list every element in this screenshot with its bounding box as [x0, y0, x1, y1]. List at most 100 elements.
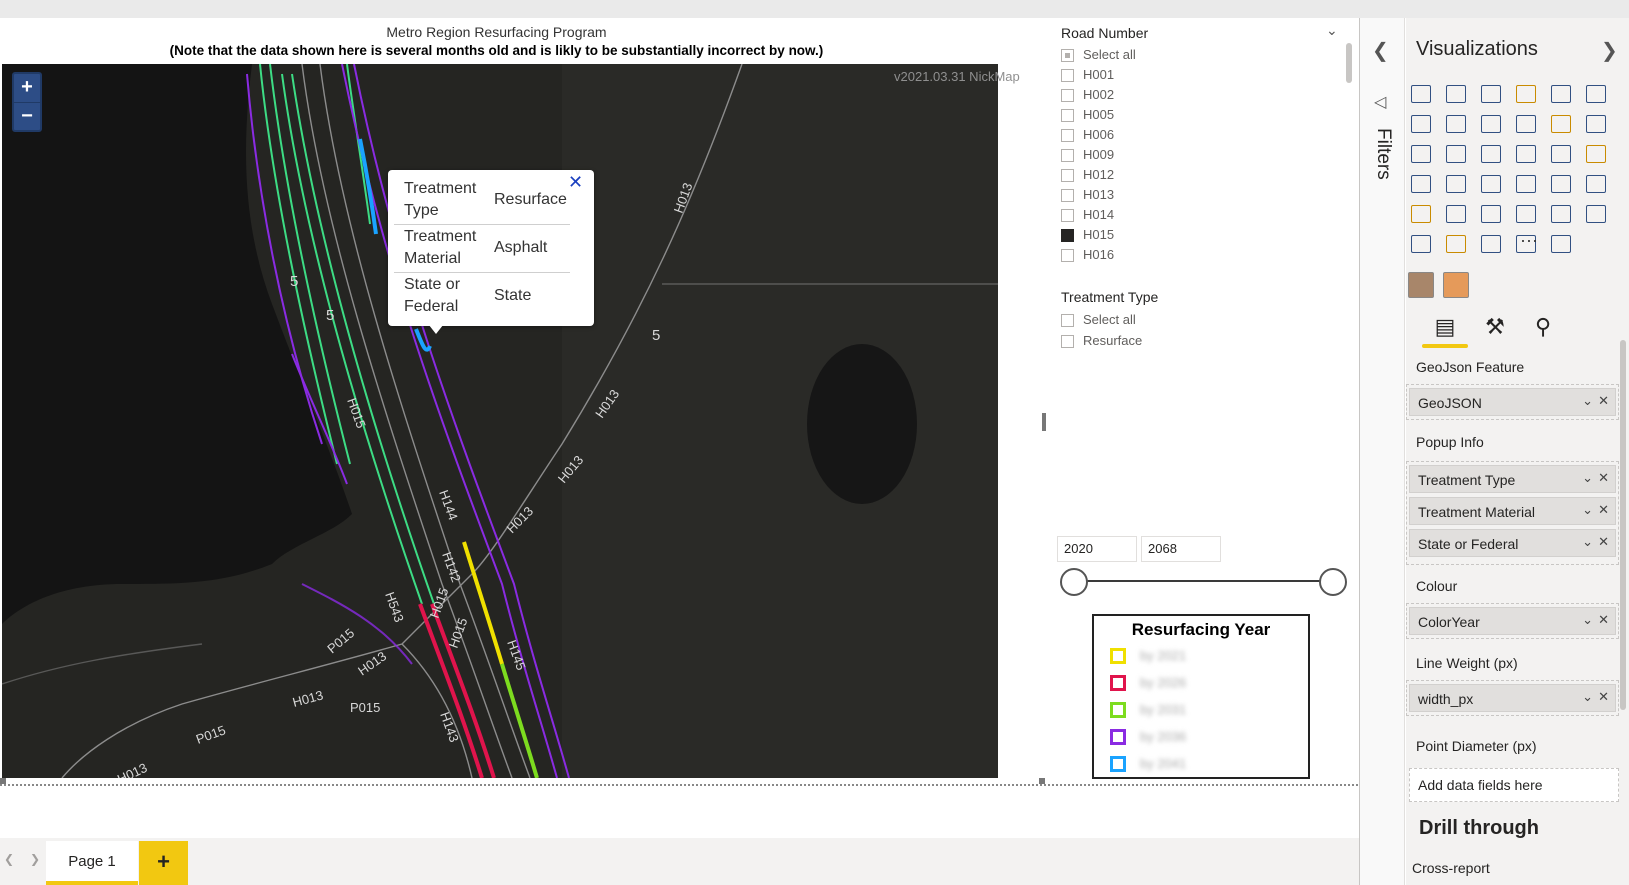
- custom-visual-icon[interactable]: [1443, 272, 1469, 298]
- chevron-right-icon[interactable]: ❯: [30, 852, 40, 866]
- chevron-down-icon[interactable]: ⌄: [1582, 393, 1593, 409]
- legend-item: by 2041: [1110, 754, 1280, 774]
- azure-map-icon[interactable]: [1480, 174, 1502, 194]
- stacked-area-icon[interactable]: [1480, 114, 1502, 134]
- checkbox[interactable]: [1061, 129, 1074, 142]
- table-icon[interactable]: [1480, 204, 1502, 224]
- page-tab-page-1[interactable]: Page 1: [46, 841, 138, 885]
- scatter-icon[interactable]: [1480, 144, 1502, 164]
- multi-row-card-icon[interactable]: [1585, 174, 1607, 194]
- colour-field[interactable]: ColorYear ⌄ ✕: [1409, 607, 1616, 635]
- legend-label: by 2041: [1140, 756, 1187, 771]
- filled-map-icon[interactable]: [1445, 174, 1467, 194]
- popup-field[interactable]: State or Federal ⌄ ✕: [1409, 529, 1616, 557]
- lineweight-field[interactable]: width_px ⌄ ✕: [1409, 684, 1616, 712]
- icon-glyph: [1551, 235, 1571, 253]
- checkbox[interactable]: [1061, 229, 1074, 242]
- qa-icon[interactable]: [1410, 234, 1432, 254]
- remove-field-icon[interactable]: ✕: [1598, 689, 1609, 705]
- clustered-bar-icon[interactable]: [1480, 84, 1502, 104]
- active-tab-indicator: [1422, 344, 1468, 348]
- checkbox[interactable]: [1061, 335, 1074, 348]
- treemap-icon[interactable]: [1585, 144, 1607, 164]
- popup-close-button[interactable]: ✕: [568, 172, 583, 193]
- remove-field-icon[interactable]: ✕: [1598, 502, 1609, 518]
- zoom-out-button[interactable]: −: [14, 102, 40, 130]
- power-apps-icon[interactable]: [1480, 234, 1502, 254]
- chevron-down-icon[interactable]: ⌄: [1582, 689, 1593, 705]
- key-influencers-icon[interactable]: [1550, 234, 1572, 254]
- decomposition-tree-icon[interactable]: [1585, 204, 1607, 224]
- r-visual-icon[interactable]: [1550, 204, 1572, 224]
- ribbon-icon[interactable]: [1585, 114, 1607, 134]
- 100-bar-icon[interactable]: [1550, 84, 1572, 104]
- area-icon[interactable]: [1445, 114, 1467, 134]
- filters-pane-label[interactable]: Filters: [1372, 128, 1394, 180]
- remove-field-icon[interactable]: ✕: [1598, 612, 1609, 628]
- 100-column-icon[interactable]: [1585, 84, 1607, 104]
- year-from-input[interactable]: 2020: [1057, 536, 1137, 562]
- chevron-left-icon[interactable]: ❮: [1372, 38, 1389, 63]
- map-icon[interactable]: [1410, 174, 1432, 194]
- fields-tab-icon[interactable]: ▤: [1430, 314, 1460, 344]
- chevron-down-icon[interactable]: ⌄: [1582, 612, 1593, 628]
- popup-field[interactable]: Treatment Material ⌄ ✕: [1409, 497, 1616, 525]
- visual-resize-handle[interactable]: [1042, 413, 1046, 431]
- resize-corner[interactable]: [0, 778, 6, 784]
- funnel-icon[interactable]: [1445, 144, 1467, 164]
- donut-icon[interactable]: [1550, 144, 1572, 164]
- line-clustered-icon[interactable]: [1550, 114, 1572, 134]
- viz-pane-scrollbar[interactable]: [1620, 340, 1626, 710]
- checkbox[interactable]: [1061, 69, 1074, 82]
- chevron-down-icon[interactable]: ⌄: [1582, 470, 1593, 486]
- zoom-in-button[interactable]: +: [14, 74, 40, 102]
- legend-swatch: [1110, 648, 1126, 664]
- checkbox[interactable]: [1061, 169, 1074, 182]
- chevron-left-icon[interactable]: ❮: [4, 852, 14, 866]
- checkbox[interactable]: [1061, 109, 1074, 122]
- remove-field-icon[interactable]: ✕: [1598, 534, 1609, 550]
- kpi-icon[interactable]: [1410, 204, 1432, 224]
- stacked-bar-icon[interactable]: [1410, 84, 1432, 104]
- checkbox[interactable]: [1061, 249, 1074, 262]
- remove-field-icon[interactable]: ✕: [1598, 470, 1609, 486]
- checkbox[interactable]: [1061, 149, 1074, 162]
- geojson-field[interactable]: GeoJSON ⌄ ✕: [1409, 388, 1616, 416]
- popup-field[interactable]: Treatment Type ⌄ ✕: [1409, 465, 1616, 493]
- checkbox[interactable]: [1061, 314, 1074, 327]
- chevron-down-icon[interactable]: ⌄: [1582, 534, 1593, 550]
- slicer-icon[interactable]: [1445, 204, 1467, 224]
- icon-glyph: [1551, 145, 1571, 163]
- clustered-column-icon[interactable]: [1515, 84, 1537, 104]
- year-slider-min-handle[interactable]: [1060, 568, 1088, 596]
- add-page-button[interactable]: +: [139, 841, 188, 885]
- line-icon[interactable]: [1410, 114, 1432, 134]
- format-paintroller-icon[interactable]: ⚒: [1480, 314, 1510, 344]
- line-column-icon[interactable]: [1515, 114, 1537, 134]
- matrix-icon[interactable]: [1515, 204, 1537, 224]
- slicer-scrollbar[interactable]: [1346, 43, 1352, 83]
- chevron-down-icon[interactable]: ⌄: [1582, 502, 1593, 518]
- checkbox[interactable]: [1061, 49, 1074, 62]
- checkbox[interactable]: [1061, 189, 1074, 202]
- pie-icon[interactable]: [1515, 144, 1537, 164]
- waterfall-icon[interactable]: [1410, 144, 1432, 164]
- paginated-icon[interactable]: [1445, 234, 1467, 254]
- card-icon[interactable]: [1550, 174, 1572, 194]
- add-data-fields-dropzone[interactable]: Add data fields here: [1409, 768, 1619, 802]
- year-slider-max-handle[interactable]: [1319, 568, 1347, 596]
- slicer-item-label: Select all: [1083, 47, 1136, 62]
- remove-field-icon[interactable]: ✕: [1598, 393, 1609, 409]
- more-visuals-icon[interactable]: ···: [1520, 230, 1538, 251]
- resize-corner[interactable]: [1039, 778, 1045, 784]
- map-title: Metro Region Resurfacing Program: [386, 24, 607, 40]
- checkbox[interactable]: [1061, 89, 1074, 102]
- checkbox[interactable]: [1061, 209, 1074, 222]
- analytics-icon[interactable]: ⚲: [1528, 314, 1558, 344]
- chevron-right-icon[interactable]: ❯: [1601, 38, 1618, 63]
- chevron-down-icon[interactable]: ⌄: [1326, 22, 1338, 39]
- gauge-icon[interactable]: [1515, 174, 1537, 194]
- year-to-input[interactable]: 2068: [1141, 536, 1221, 562]
- custom-visual-icon[interactable]: [1408, 272, 1434, 298]
- stacked-column-icon[interactable]: [1445, 84, 1467, 104]
